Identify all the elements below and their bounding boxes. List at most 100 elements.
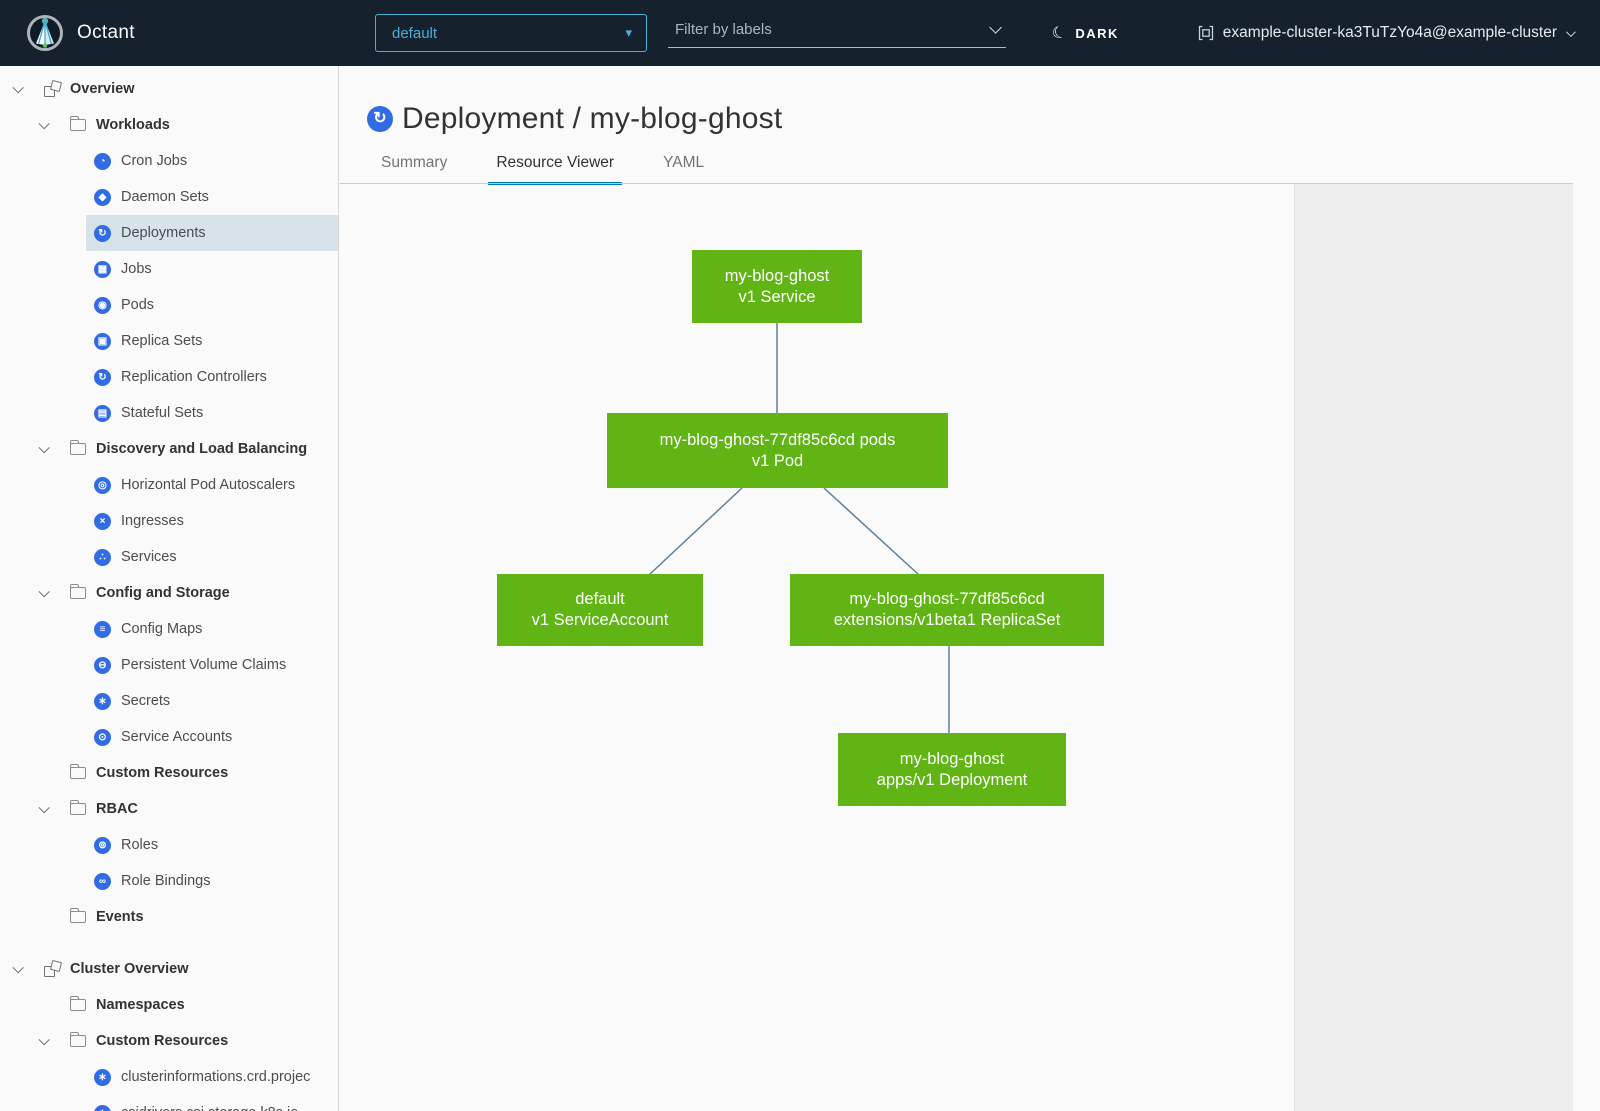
filter-placeholder: Filter by labels	[675, 21, 772, 38]
sidebar-item-service-accounts[interactable]: ⊙ Service Accounts	[0, 719, 338, 755]
applications-icon	[44, 961, 62, 977]
sidebar-item-custom-resources[interactable]: Custom Resources	[0, 755, 338, 791]
node-kind: v1 Service	[692, 287, 862, 308]
node-kind: v1 ServiceAccount	[497, 610, 703, 631]
sidebar-item-overview[interactable]: Overview	[0, 71, 338, 107]
sidebar-item-label: Persistent Volume Claims	[121, 657, 286, 673]
sidebar-item-ingresses[interactable]: × Ingresses	[0, 503, 338, 539]
graph-node-serviceaccount[interactable]: default v1 ServiceAccount	[497, 574, 703, 646]
sidebar-item-services[interactable]: ∴ Services	[0, 539, 338, 575]
sidebar-item-deployments[interactable]: ↻ Deployments	[0, 215, 338, 251]
sidebar-item-horizontal-pod-autoscalers[interactable]: ◎ Horizontal Pod Autoscalers	[0, 467, 338, 503]
sidebar-item-label: Ingresses	[121, 513, 184, 529]
node-name: my-blog-ghost-77df85c6cd	[790, 589, 1104, 610]
chevron-down-icon[interactable]	[36, 805, 70, 813]
sidebar-item-discovery-and-load-balancing[interactable]: Discovery and Load Balancing	[0, 431, 338, 467]
sidebar-item-csidrivers[interactable]: ∗ csidrivers.csi.storage.k8s.io	[0, 1095, 338, 1111]
sidebar-item-persistent-volume-claims[interactable]: ⊖ Persistent Volume Claims	[0, 647, 338, 683]
chevron-down-icon[interactable]	[36, 121, 70, 129]
sidebar-item-stateful-sets[interactable]: ▤ Stateful Sets	[0, 395, 338, 431]
sidebar-item-secrets[interactable]: ∗ Secrets	[0, 683, 338, 719]
sidebar-item-custom-resources-cluster[interactable]: Custom Resources	[0, 1023, 338, 1059]
node-kind: v1 Pod	[607, 451, 948, 472]
sidebar-item-replica-sets[interactable]: ▣ Replica Sets	[0, 323, 338, 359]
job-icon: ▦	[94, 261, 111, 278]
cronjob-icon: ◔	[94, 153, 111, 170]
sidebar-item-config-and-storage[interactable]: Config and Storage	[0, 575, 338, 611]
namespace-dropdown[interactable]: default ▾	[375, 14, 647, 52]
sidebar-item-clusterinformations[interactable]: ∗ clusterinformations.crd.projec	[0, 1059, 338, 1095]
chevron-down-icon[interactable]	[36, 445, 70, 453]
hpa-icon: ◎	[94, 477, 111, 494]
role-icon: ⊚	[94, 837, 111, 854]
node-name: my-blog-ghost	[692, 266, 862, 287]
sidebar-item-cluster-overview[interactable]: Cluster Overview	[0, 951, 338, 987]
sidebar-item-label: Replication Controllers	[121, 369, 267, 385]
sidebar-item-label: Overview	[70, 81, 135, 97]
node-name: my-blog-ghost-77df85c6cd pods	[607, 430, 948, 451]
sidebar-item-cron-jobs[interactable]: ◔ Cron Jobs	[0, 143, 338, 179]
sidebar-item-daemon-sets[interactable]: ◆ Daemon Sets	[0, 179, 338, 215]
sidebar-item-label: Pods	[121, 297, 154, 313]
node-name: my-blog-ghost	[838, 749, 1066, 770]
chevron-down-icon[interactable]	[989, 21, 1002, 34]
folder-icon	[70, 999, 86, 1011]
sidebar-item-label: Replica Sets	[121, 333, 202, 349]
brand: Octant	[26, 14, 135, 52]
cluster-context-selector[interactable]: example-cluster-ka3TuTzYo4a@example-clus…	[1198, 0, 1573, 66]
sidebar-item-label: Discovery and Load Balancing	[96, 441, 307, 457]
folder-icon	[70, 767, 86, 779]
octant-logo-icon	[26, 14, 64, 52]
sidebar-item-namespaces[interactable]: Namespaces	[0, 987, 338, 1023]
sidebar-item-label: Events	[96, 909, 144, 925]
chevron-down-icon	[1566, 27, 1576, 37]
theme-toggle-button[interactable]: ☾ DARK	[1052, 0, 1119, 66]
cluster-icon	[1198, 25, 1214, 41]
sidebar-item-label: csidrivers.csi.storage.k8s.io	[121, 1105, 298, 1111]
graph-node-replicaset[interactable]: my-blog-ghost-77df85c6cd extensions/v1be…	[790, 574, 1104, 646]
folder-icon	[70, 587, 86, 599]
folder-icon	[70, 911, 86, 923]
app-header: Octant default ▾ Filter by labels ☾ DARK…	[0, 0, 1600, 66]
theme-toggle-label: DARK	[1075, 26, 1119, 41]
sidebar-item-replication-controllers[interactable]: ↻ Replication Controllers	[0, 359, 338, 395]
sidebar-item-rbac[interactable]: RBAC	[0, 791, 338, 827]
caret-down-icon: ▾	[625, 25, 632, 41]
sidebar-item-label: Services	[121, 549, 177, 565]
filter-by-labels-input[interactable]: Filter by labels	[668, 18, 1006, 48]
graph-edges	[340, 66, 1294, 966]
main-content: ↻ Deployment / my-blog-ghost Summary Res…	[340, 66, 1600, 1111]
chevron-down-icon[interactable]	[36, 1037, 70, 1045]
node-kind: apps/v1 Deployment	[838, 770, 1066, 791]
sidebar-item-label: Stateful Sets	[121, 405, 203, 421]
sidebar-item-label: Deployments	[121, 225, 206, 241]
sidebar-item-pods[interactable]: ◉ Pods	[0, 287, 338, 323]
folder-icon	[70, 119, 86, 131]
pvc-icon: ⊖	[94, 657, 111, 674]
chevron-down-icon[interactable]	[10, 965, 44, 973]
folder-icon	[70, 443, 86, 455]
sidebar-item-label: Jobs	[121, 261, 152, 277]
service-icon: ∴	[94, 549, 111, 566]
sidebar-nav: Overview Workloads ◔ Cron Jobs ◆ Daemon …	[0, 66, 339, 1111]
sidebar-item-jobs[interactable]: ▦ Jobs	[0, 251, 338, 287]
sidebar-item-role-bindings[interactable]: ∞ Role Bindings	[0, 863, 338, 899]
sidebar-item-workloads[interactable]: Workloads	[0, 107, 338, 143]
graph-node-pods[interactable]: my-blog-ghost-77df85c6cd pods v1 Pod	[607, 413, 948, 488]
secret-icon: ∗	[94, 693, 111, 710]
sidebar-item-label: Service Accounts	[121, 729, 232, 745]
graph-node-service[interactable]: my-blog-ghost v1 Service	[692, 250, 862, 323]
node-name: default	[497, 589, 703, 610]
sidebar-item-label: Horizontal Pod Autoscalers	[121, 477, 295, 493]
chevron-down-icon[interactable]	[36, 589, 70, 597]
rolebinding-icon: ∞	[94, 873, 111, 890]
graph-node-deployment[interactable]: my-blog-ghost apps/v1 Deployment	[838, 733, 1066, 806]
sidebar-item-roles[interactable]: ⊚ Roles	[0, 827, 338, 863]
chevron-down-icon[interactable]	[10, 85, 44, 93]
sidebar-item-label: Namespaces	[96, 997, 185, 1013]
crd-icon: ∗	[94, 1069, 111, 1086]
sidebar-item-config-maps[interactable]: ≡ Config Maps	[0, 611, 338, 647]
sidebar-item-events[interactable]: Events	[0, 899, 338, 935]
statefulset-icon: ▤	[94, 405, 111, 422]
folder-icon	[70, 1035, 86, 1047]
